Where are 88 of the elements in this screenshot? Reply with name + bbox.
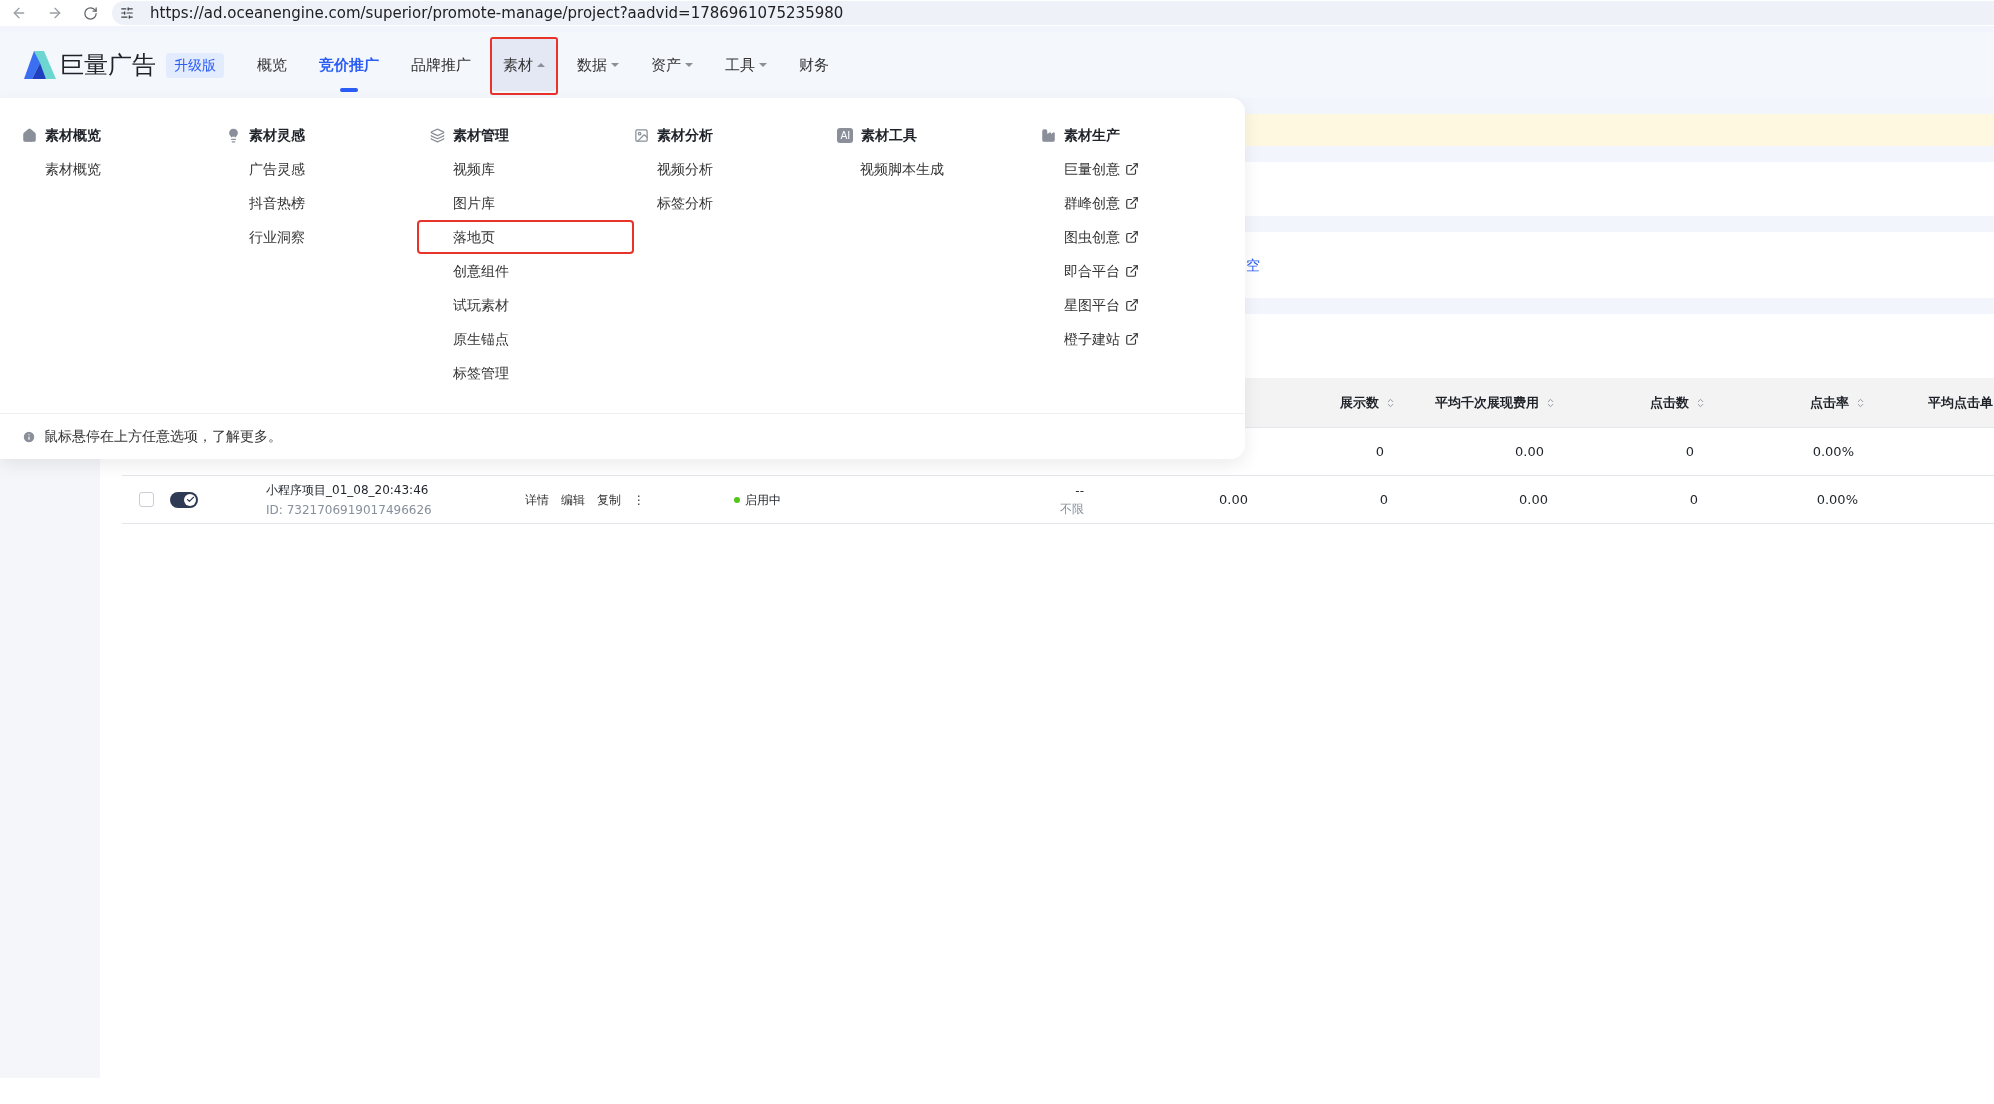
table-cell: 0	[1379, 491, 1388, 507]
column-header[interactable]: 展示数	[1340, 392, 1379, 413]
caret-icon	[537, 62, 545, 68]
nav-tab[interactable]: 工具	[714, 39, 778, 91]
menu-item[interactable]: 星图平台	[1064, 294, 1140, 316]
menu-item[interactable]: 视频库	[452, 158, 495, 180]
link-text[interactable]: 空	[1246, 254, 1260, 276]
status-toggle[interactable]	[170, 491, 198, 508]
active-tab-indicator	[340, 88, 358, 92]
back-icon[interactable]	[11, 5, 27, 21]
table-cell: 0.00	[1519, 491, 1548, 507]
external-link-icon	[1125, 196, 1140, 210]
logo-icon	[24, 51, 56, 79]
more-button[interactable]: ⋮	[633, 490, 645, 509]
table-cell: 0	[1689, 491, 1698, 507]
column-header[interactable]: 平均点击单	[1928, 394, 1993, 410]
table-cell: 0.00%	[1812, 443, 1854, 459]
image-icon	[633, 127, 649, 143]
version-badge: 升级版	[166, 52, 224, 78]
menu-group-title: 素材生产	[1064, 125, 1121, 145]
external-link-icon	[1125, 332, 1140, 346]
caret-icon	[685, 62, 693, 68]
menu-group-title: 素材分析	[656, 125, 713, 145]
menu-item[interactable]: 广告灵感	[248, 158, 305, 180]
table-cell: 0.00%	[1816, 491, 1858, 507]
menu-item[interactable]: 标签分析	[656, 192, 713, 214]
menu-item[interactable]: 创意组件	[452, 260, 509, 282]
table-cell: 0.00	[1515, 443, 1544, 459]
column-header[interactable]: 平均千次展现费用	[1435, 392, 1539, 413]
nav-tab[interactable]: 概览	[246, 39, 298, 91]
check-icon	[185, 495, 195, 504]
menu-item[interactable]: 行业洞察	[248, 226, 305, 248]
logo-text: 巨量广告	[60, 50, 156, 81]
menu-item[interactable]: 视频分析	[656, 158, 713, 180]
menu-item[interactable]: 素材概览	[45, 158, 101, 180]
nav-tab[interactable]: 资产	[640, 39, 704, 91]
forward-icon[interactable]	[47, 5, 63, 21]
caret-icon	[759, 62, 767, 68]
table-cell: 0	[1375, 443, 1384, 459]
ai-icon: AI	[837, 127, 854, 143]
menu-group-title: 素材管理	[452, 125, 509, 145]
factory-icon	[1041, 127, 1057, 143]
menu-item[interactable]: 落地页	[416, 220, 634, 254]
caret-icon	[611, 62, 619, 68]
menu-item[interactable]: 巨量创意	[1064, 158, 1140, 180]
column-header[interactable]: 点击数	[1650, 392, 1689, 413]
nav-tab[interactable]: 竞价推广	[308, 39, 390, 91]
nav-tab[interactable]: 财务	[788, 39, 840, 91]
info-icon	[22, 429, 36, 444]
site-settings-icon[interactable]	[120, 6, 134, 20]
menu-item[interactable]: 橙子建站	[1064, 328, 1140, 350]
home-icon	[22, 127, 37, 143]
nav-tab[interactable]: 素材	[492, 39, 556, 91]
menu-group-title: 素材工具	[861, 125, 918, 145]
table-cell: 0	[1685, 443, 1694, 459]
menu-group-title: 素材概览	[45, 125, 101, 145]
layers-icon	[429, 127, 445, 143]
status-text: 启用中	[745, 491, 781, 509]
menu-item[interactable]: 原生锚点	[452, 328, 509, 350]
budget-value: --	[1075, 482, 1084, 500]
menu-item[interactable]: 图虫创意	[1064, 226, 1140, 248]
budget-text: 不限	[1060, 500, 1084, 518]
menu-item[interactable]: 标签管理	[452, 362, 509, 384]
menu-item[interactable]: 图片库	[452, 192, 495, 214]
external-link-icon	[1125, 264, 1140, 278]
menu-item[interactable]: 试玩素材	[452, 294, 509, 316]
row-action-link[interactable]: 复制	[597, 490, 621, 509]
external-link-icon	[1125, 230, 1140, 244]
row-action-link[interactable]: 编辑	[561, 490, 585, 509]
hint-text: 鼠标悬停在上方任意选项，了解更多。	[44, 427, 282, 446]
table-cell: 0.00	[1219, 491, 1248, 507]
nav-tab[interactable]: 数据	[566, 39, 630, 91]
menu-item[interactable]: 即合平台	[1064, 260, 1140, 282]
column-header[interactable]: 点击率	[1810, 392, 1849, 413]
menu-group-title: 素材灵感	[248, 125, 305, 145]
row-action-link[interactable]: 详情	[525, 490, 549, 509]
menu-item[interactable]: 视频脚本生成	[860, 158, 945, 180]
external-link-icon	[1125, 298, 1140, 312]
row-checkbox[interactable]	[138, 492, 154, 507]
project-id: ID: 7321706919017496626	[266, 501, 433, 519]
nav-tab[interactable]: 品牌推广	[400, 39, 482, 91]
menu-item[interactable]: 群峰创意	[1064, 192, 1140, 214]
address-bar[interactable]: https://ad.oceanengine.com/superior/promote-manage/project?aadvid=1786961075235980	[112, 1, 1994, 25]
project-name[interactable]: 小程序项目_01_08_20:43:46	[266, 480, 510, 499]
url-text: https://ad.oceanengine.com/superior/promote-manage/project?aadvid=1786961075235980	[150, 2, 844, 24]
menu-item[interactable]: 抖音热榜	[248, 192, 305, 214]
reload-icon[interactable]	[83, 5, 98, 21]
external-link-icon	[1125, 162, 1140, 176]
